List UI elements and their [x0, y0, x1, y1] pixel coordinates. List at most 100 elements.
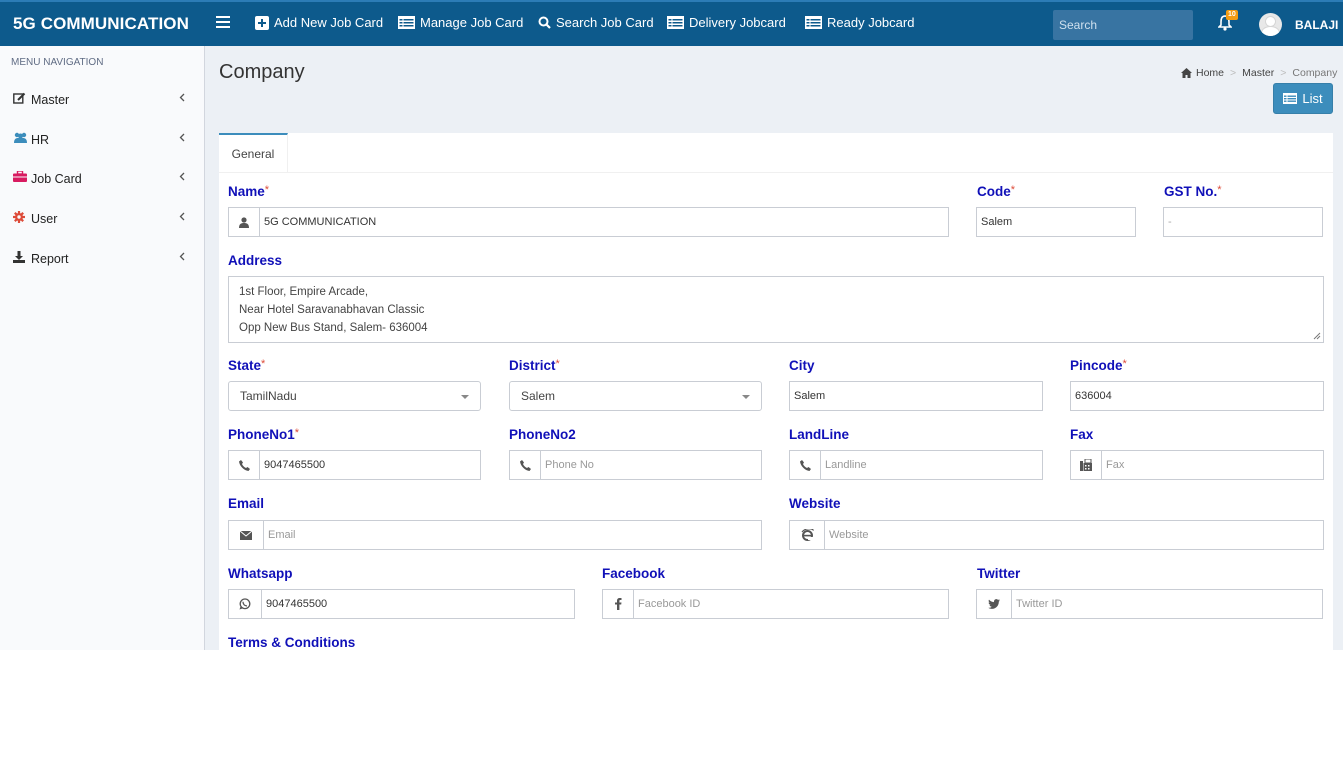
list-icon	[1283, 93, 1298, 104]
hamburger-menu-icon[interactable]	[216, 16, 230, 30]
search-input[interactable]	[1053, 10, 1193, 40]
phone1-field	[228, 450, 481, 480]
facebook-input[interactable]	[634, 590, 948, 618]
nav-delivery-jobcard[interactable]: Delivery Jobcard	[667, 15, 786, 30]
code-input[interactable]	[977, 208, 1135, 236]
address-line: Near Hotel Saravanabhavan Classic	[239, 304, 425, 316]
phone2-input[interactable]	[541, 451, 761, 479]
resize-handle-icon[interactable]	[1313, 332, 1321, 340]
whatsapp-input[interactable]	[262, 590, 574, 618]
caret-down-icon	[742, 395, 750, 399]
whatsapp-field	[228, 589, 575, 619]
pincode-input[interactable]	[1071, 382, 1323, 410]
briefcase-icon	[13, 171, 27, 182]
user-icon	[239, 216, 249, 228]
email-input[interactable]	[264, 521, 761, 549]
breadcrumb-master[interactable]: Master	[1242, 67, 1274, 79]
nav-search-job-card[interactable]: Search Job Card	[538, 15, 654, 30]
chevron-left-icon	[179, 212, 185, 221]
tab-general[interactable]: General	[219, 133, 288, 173]
chevron-left-icon	[179, 252, 185, 261]
pincode-label: Pincode*	[1070, 358, 1127, 373]
sidebar-item-master[interactable]: Master	[0, 80, 204, 116]
fax-label: Fax	[1070, 427, 1094, 442]
city-input[interactable]	[790, 382, 1042, 410]
sidebar-item-label: User	[31, 212, 58, 226]
whatsapp-label: Whatsapp	[228, 566, 293, 581]
list-button[interactable]: List	[1273, 83, 1333, 114]
tab-bar: General	[219, 133, 1333, 173]
sidebar-item-label: Job Card	[31, 172, 82, 186]
nav-label: Ready Jobcard	[827, 15, 915, 30]
chevron-left-icon	[179, 133, 185, 142]
fax-icon	[1080, 459, 1092, 471]
phone2-field	[509, 450, 762, 480]
search-icon	[538, 16, 551, 29]
twitter-label: Twitter	[977, 566, 1021, 581]
name-field	[228, 207, 949, 237]
name-label: Name*	[228, 184, 270, 199]
gst-input[interactable]	[1164, 208, 1322, 236]
nav-ready-jobcard[interactable]: Ready Jobcard	[805, 15, 914, 30]
plus-square-icon	[255, 15, 269, 30]
pincode-field	[1070, 381, 1324, 411]
phone-icon	[799, 459, 811, 471]
phone-icon	[519, 459, 531, 471]
nav-add-new-job-card[interactable]: Add New Job Card	[255, 15, 383, 30]
name-input[interactable]	[260, 208, 948, 236]
sidebar-header: MENU NAVIGATION	[11, 57, 104, 68]
brand-logo[interactable]: 5G COMMUNICATION	[13, 14, 189, 34]
sidebar: MENU NAVIGATION Master HR Job Card User …	[0, 46, 205, 650]
twitter-icon	[988, 599, 1000, 609]
list-icon	[805, 16, 822, 29]
breadcrumb-home[interactable]: Home	[1196, 67, 1224, 79]
phone2-label: PhoneNo2	[509, 427, 576, 442]
district-select[interactable]: Salem	[509, 381, 762, 411]
twitter-field	[976, 589, 1323, 619]
app-window: 5G COMMUNICATION Add New Job Card Manage…	[0, 0, 1343, 650]
gst-label: GST No.*	[1164, 184, 1222, 199]
facebook-icon	[614, 598, 621, 610]
code-field	[976, 207, 1136, 237]
sidebar-item-label: Master	[31, 93, 70, 107]
sidebar-item-job-card[interactable]: Job Card	[0, 159, 204, 195]
sidebar-item-report[interactable]: Report	[0, 239, 204, 275]
sidebar-item-hr[interactable]: HR	[0, 120, 204, 156]
page-title: Company	[219, 61, 305, 83]
nav-label: Add New Job Card	[274, 15, 384, 30]
landline-field	[789, 450, 1043, 480]
email-label: Email	[228, 496, 265, 511]
user-name[interactable]: BALAJI	[1295, 18, 1338, 32]
email-field	[228, 520, 762, 550]
top-navbar: 5G COMMUNICATION Add New Job Card Manage…	[0, 0, 1343, 46]
edit-icon	[13, 92, 26, 104]
fax-field	[1070, 450, 1324, 480]
address-textarea[interactable]: 1st Floor, Empire Arcade, Near Hotel Sar…	[228, 276, 1324, 343]
facebook-label: Facebook	[602, 566, 666, 581]
phone-icon	[238, 459, 250, 471]
twitter-input[interactable]	[1012, 590, 1322, 618]
sidebar-item-user[interactable]: User	[0, 199, 204, 235]
notification-badge: 10	[1226, 10, 1238, 20]
sidebar-item-label: HR	[31, 133, 50, 147]
state-select[interactable]: TamilNadu	[228, 381, 481, 411]
address-line: Opp New Bus Stand, Salem- 636004	[239, 322, 428, 334]
list-icon	[667, 16, 684, 29]
list-button-label: List	[1302, 91, 1323, 106]
chevron-left-icon	[179, 93, 185, 102]
website-label: Website	[789, 496, 841, 511]
user-avatar[interactable]	[1259, 13, 1282, 36]
address-label: Address	[228, 253, 283, 268]
website-input[interactable]	[825, 521, 1323, 549]
nav-manage-job-card[interactable]: Manage Job Card	[398, 15, 523, 30]
landline-label: LandLine	[789, 427, 849, 442]
nav-label: Delivery Jobcard	[689, 15, 786, 30]
breadcrumb: Home > Master > Company	[1181, 67, 1337, 79]
facebook-field	[602, 589, 949, 619]
landline-input[interactable]	[821, 451, 1042, 479]
company-form-panel: General Name* Code* GST No.* Address 1st…	[219, 133, 1333, 650]
phone1-input[interactable]	[260, 451, 480, 479]
list-icon	[398, 16, 415, 29]
whatsapp-icon	[239, 598, 251, 610]
fax-input[interactable]	[1102, 451, 1323, 479]
